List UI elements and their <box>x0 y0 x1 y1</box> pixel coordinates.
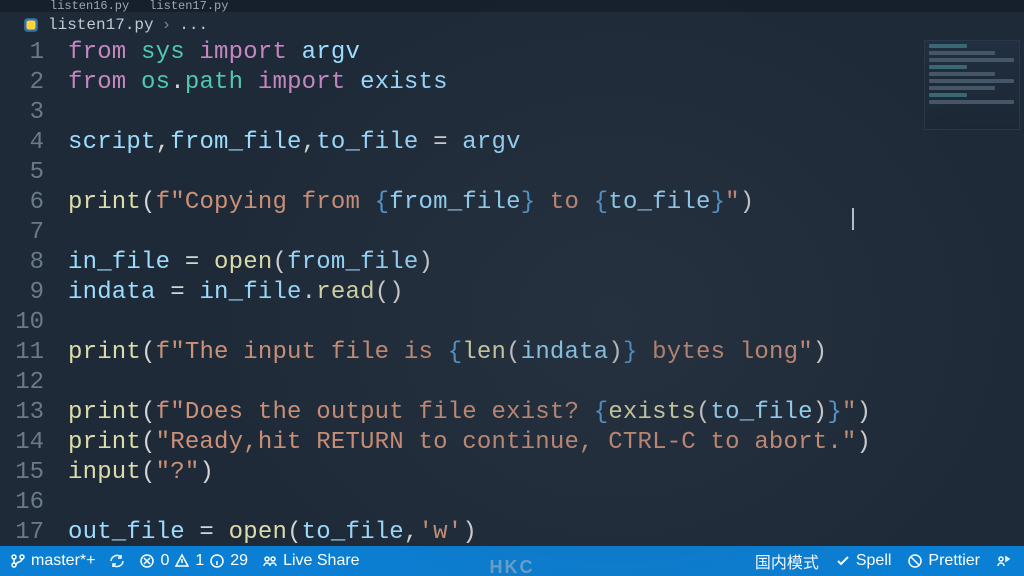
line-number: 10 <box>0 308 44 338</box>
feedback-icon <box>996 553 1012 569</box>
line-number: 12 <box>0 368 44 398</box>
breadcrumb-rest: ... <box>179 16 208 34</box>
error-icon <box>139 553 155 569</box>
prettier-icon <box>907 553 923 569</box>
python-file-icon <box>22 16 40 34</box>
code-editor[interactable]: 1234567891011121314151617 from sys impor… <box>0 38 1024 546</box>
code-line[interactable]: script,from_file,to_file = argv <box>68 128 1024 158</box>
status-problems[interactable]: 0 1 29 <box>139 552 248 570</box>
code-line[interactable] <box>68 98 1024 128</box>
check-icon <box>835 553 851 569</box>
minimap[interactable] <box>924 40 1020 130</box>
line-number: 15 <box>0 458 44 488</box>
liveshare-icon <box>262 553 278 569</box>
line-number: 14 <box>0 428 44 458</box>
code-line[interactable] <box>68 488 1024 518</box>
line-number: 3 <box>0 98 44 128</box>
text-cursor <box>852 208 854 230</box>
line-number: 7 <box>0 218 44 248</box>
code-line[interactable]: indata = in_file.read() <box>68 278 1024 308</box>
code-line[interactable]: from os.path import exists <box>68 68 1024 98</box>
line-number: 6 <box>0 188 44 218</box>
code-content[interactable]: from sys import argvfrom os.path import … <box>56 38 1024 546</box>
git-branch-icon <box>10 553 26 569</box>
code-line[interactable]: print("Ready,hit RETURN to continue, CTR… <box>68 428 1024 458</box>
info-icon <box>209 553 225 569</box>
breadcrumb-file: listen17.py <box>48 16 154 34</box>
code-line[interactable]: from sys import argv <box>68 38 1024 68</box>
code-line[interactable]: in_file = open(from_file) <box>68 248 1024 278</box>
line-number: 5 <box>0 158 44 188</box>
status-liveshare[interactable]: Live Share <box>262 552 360 570</box>
code-line[interactable] <box>68 218 1024 248</box>
sync-icon <box>109 553 125 569</box>
line-number: 4 <box>0 128 44 158</box>
code-line[interactable]: input("?") <box>68 458 1024 488</box>
line-number: 11 <box>0 338 44 368</box>
code-line[interactable] <box>68 308 1024 338</box>
code-line[interactable]: print(f"The input file is {len(indata)} … <box>68 338 1024 368</box>
tab-file-active[interactable]: listen17.py <box>149 0 228 12</box>
status-mode[interactable]: 国内模式 <box>755 549 819 573</box>
status-spell[interactable]: Spell <box>835 552 892 570</box>
line-number-gutter: 1234567891011121314151617 <box>0 38 56 546</box>
status-sync[interactable] <box>109 553 125 569</box>
status-prettier[interactable]: Prettier <box>907 552 980 570</box>
monitor-brand: HKC <box>490 557 535 576</box>
line-number: 1 <box>0 38 44 68</box>
line-number: 9 <box>0 278 44 308</box>
line-number: 17 <box>0 518 44 548</box>
chevron-right-icon: › <box>162 16 172 34</box>
code-line[interactable] <box>68 368 1024 398</box>
line-number: 16 <box>0 488 44 518</box>
line-number: 2 <box>0 68 44 98</box>
line-number: 8 <box>0 248 44 278</box>
status-feedback[interactable] <box>996 553 1012 569</box>
code-line[interactable] <box>68 158 1024 188</box>
line-number: 13 <box>0 398 44 428</box>
code-line[interactable]: out_file = open(to_file,'w') <box>68 518 1024 548</box>
warning-icon <box>174 553 190 569</box>
code-line[interactable]: print(f"Copying from {from_file} to {to_… <box>68 188 1024 218</box>
tab-file[interactable]: listen16.py <box>50 0 129 12</box>
editor-tabs: listen16.py listen17.py <box>0 0 1024 12</box>
code-line[interactable]: print(f"Does the output file exist? {exi… <box>68 398 1024 428</box>
breadcrumb[interactable]: listen17.py › ... <box>0 12 1024 38</box>
status-git-branch[interactable]: master*+ <box>10 552 95 570</box>
